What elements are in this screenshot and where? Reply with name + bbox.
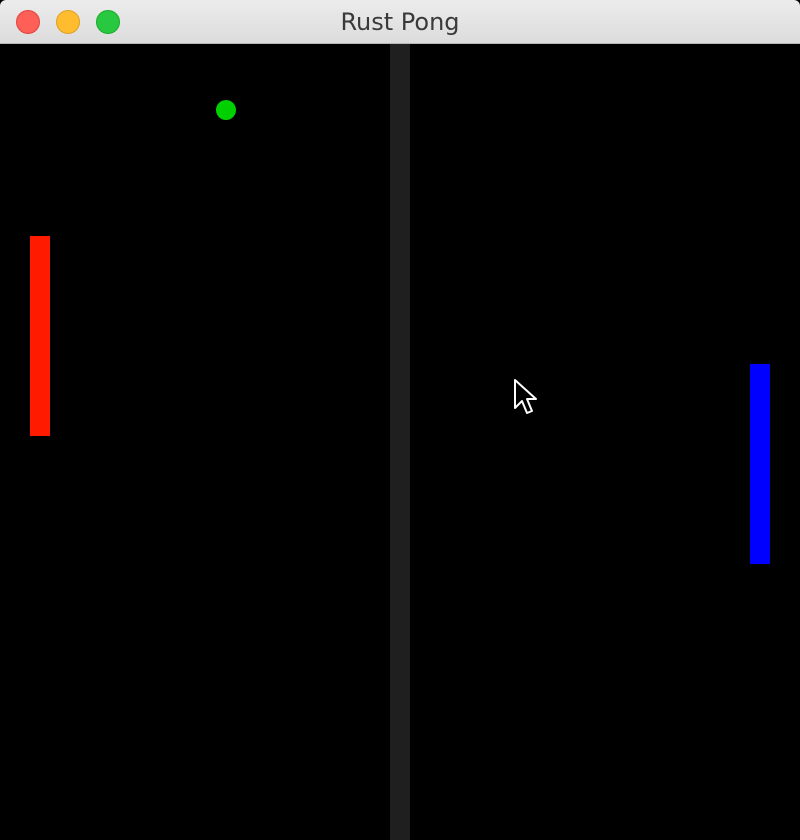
right-paddle (750, 364, 770, 564)
arrow-pointer-icon (514, 379, 537, 414)
game-playfield[interactable] (0, 44, 800, 840)
window-title: Rust Pong (340, 8, 460, 36)
left-paddle (30, 236, 50, 436)
ball (216, 100, 236, 120)
maximize-window-button[interactable] (96, 10, 120, 34)
center-net (390, 44, 410, 840)
close-window-button[interactable] (16, 10, 40, 34)
minimize-window-button[interactable] (56, 10, 80, 34)
app-window: Rust Pong (0, 0, 800, 840)
title-bar[interactable]: Rust Pong (0, 0, 800, 44)
